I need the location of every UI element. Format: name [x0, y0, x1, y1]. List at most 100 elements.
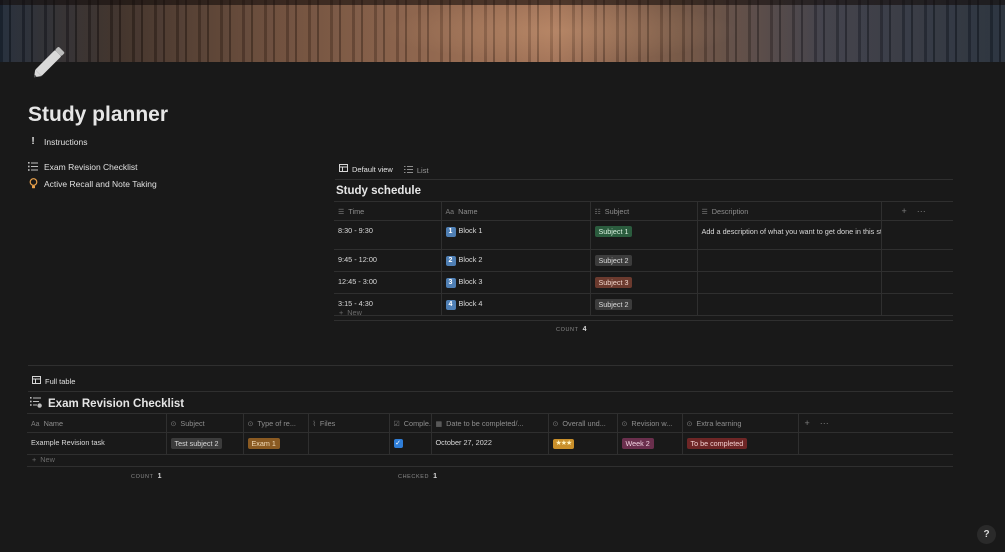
status-tag: To be completed [686, 438, 748, 449]
name-cell[interactable]: Example Revision task [27, 432, 166, 455]
column-label: Overall und... [562, 418, 606, 428]
week-tag: Week 2 [621, 438, 654, 449]
count-value: 1 [157, 473, 162, 480]
text-lines-icon: ☰ [701, 208, 708, 216]
tab-default-view[interactable]: Default view [335, 164, 397, 180]
count-label: COUNT [556, 327, 579, 333]
help-button[interactable]: ? [977, 525, 996, 544]
time-cell[interactable]: 8:30 - 9:30 [334, 220, 441, 250]
add-property-icon[interactable]: + [902, 206, 907, 216]
name-cell[interactable]: 1 Block 1 [440, 220, 590, 250]
empty-cell [880, 293, 953, 316]
column-label: Time [348, 206, 365, 216]
checkbox-checked[interactable]: ✓ [393, 439, 403, 448]
column-header-time[interactable]: ☰ Time [334, 201, 441, 221]
table-row[interactable]: 9:45 - 12:00 2 Block 2 Subject 2 [334, 249, 953, 272]
exclamation-icon: ! [31, 136, 35, 147]
empty-cell [880, 220, 953, 250]
column-label: Date to be completed/... [446, 418, 524, 428]
date-cell[interactable]: October 27, 2022 [430, 432, 548, 455]
column-header-name[interactable]: Aa Name [440, 201, 590, 221]
table-row[interactable]: Example Revision task Test subject 2 Exa… [27, 432, 953, 455]
description-cell[interactable] [696, 293, 881, 316]
column-header-date[interactable]: ▦ Date to be completed/... [430, 413, 548, 433]
completed-cell[interactable]: ✓ [388, 432, 431, 455]
name-cell[interactable]: 2 Block 2 [440, 249, 590, 272]
tab-full-table[interactable]: Full table [28, 376, 80, 392]
calendar-icon: ▦ [435, 420, 443, 428]
checked-label: CHECKED [398, 474, 430, 480]
revision-week-cell[interactable]: Week 2 [616, 432, 682, 455]
schedule-count[interactable]: COUNT 4 [556, 326, 586, 333]
link-exam-revision-checklist[interactable]: Exam Revision Checklist [28, 161, 138, 172]
column-label: Type of re... [257, 418, 296, 428]
time-cell[interactable]: 9:45 - 12:00 [334, 249, 441, 272]
files-cell[interactable] [307, 432, 389, 455]
add-property-icon[interactable]: + [805, 418, 810, 428]
cover-shelf [0, 0, 1005, 5]
pencil-icon[interactable] [28, 42, 72, 82]
description-cell[interactable] [696, 271, 881, 294]
tab-divider [335, 179, 953, 180]
time-cell[interactable]: 12:45 - 3:00 [334, 271, 441, 294]
count-value: 4 [582, 326, 587, 333]
column-header-subject[interactable]: ☷ Subject [589, 201, 697, 221]
checklist-count[interactable]: COUNT 1 [131, 473, 161, 480]
subject-cell[interactable]: Subject 3 [589, 271, 697, 294]
type-cell[interactable]: Exam 1 [242, 432, 308, 455]
more-options-icon[interactable]: ··· [917, 206, 926, 216]
subject-cell[interactable]: Test subject 2 [165, 432, 243, 455]
schedule-footer-divider [334, 320, 953, 321]
tab-label: Full table [45, 376, 76, 386]
column-header-subject[interactable]: ⊙ Subject [165, 413, 243, 433]
description-cell[interactable]: Add a description of what you want to ge… [696, 220, 881, 250]
column-header-revision-week[interactable]: ⊙ Revision w... [616, 413, 682, 433]
column-header-files[interactable]: ⌇ Files [307, 413, 389, 433]
link-label: Exam Revision Checklist [44, 161, 138, 172]
column-header-understanding[interactable]: ⊙ Overall und... [547, 413, 617, 433]
column-header-name[interactable]: Aa Name [27, 413, 166, 433]
tab-label: Default view [352, 164, 393, 174]
plus-icon: + [32, 455, 37, 464]
column-actions: + ··· [797, 413, 953, 433]
schedule-view-tabs: Default view List [335, 164, 433, 180]
schedule-new-row-button[interactable]: + New [339, 308, 362, 317]
table-row[interactable]: 12:45 - 3:00 3 Block 3 Subject 3 [334, 271, 953, 294]
description-cell[interactable] [696, 249, 881, 272]
tab-list[interactable]: List [400, 166, 433, 180]
name-cell[interactable]: 4 Block 4 [440, 293, 590, 316]
new-label: New [347, 308, 362, 317]
number-4-icon: 4 [445, 300, 456, 310]
column-header-extra-learning[interactable]: ⊙ Extra learning [681, 413, 798, 433]
title-aa-icon: Aa [31, 420, 40, 428]
link-instructions[interactable]: ! Instructions [28, 136, 87, 147]
empty-cell [797, 432, 953, 455]
title-aa-icon: Aa [445, 208, 455, 216]
number-3-icon: 3 [445, 278, 456, 288]
new-label: New [40, 455, 55, 464]
subject-cell[interactable]: Subject 1 [589, 220, 697, 250]
checklist-new-row-button[interactable]: + New [32, 455, 55, 464]
checklist-checked-count[interactable]: CHECKED 1 [398, 473, 437, 480]
schedule-table: ☰ Time Aa Name ☷ Subject ☰ Description + ···… [334, 201, 953, 316]
table-row[interactable]: 8:30 - 9:30 1 Block 1 Subject 1 Add a des… [334, 220, 953, 250]
subject-cell[interactable]: Subject 2 [589, 249, 697, 272]
understanding-cell[interactable]: ★★★ [547, 432, 617, 455]
column-header-description[interactable]: ☰ Description [696, 201, 881, 221]
more-options-icon[interactable]: ··· [820, 418, 829, 428]
subject-tag: Subject 2 [594, 255, 633, 266]
link-label: Active Recall and Note Taking [44, 178, 157, 189]
schedule-title[interactable]: Study schedule [336, 185, 421, 197]
extra-learning-cell[interactable]: To be completed [681, 432, 798, 455]
column-header-completed[interactable]: ☑Comple... [388, 413, 431, 433]
column-label: Subject [604, 206, 630, 216]
checklist-title[interactable]: Exam Revision Checklist [30, 397, 184, 411]
column-header-type[interactable]: ⊙ Type of re... [242, 413, 308, 433]
subject-cell[interactable]: Subject 2 [589, 293, 697, 316]
column-label: Comple... [403, 418, 431, 428]
section-divider [28, 365, 953, 366]
table-row[interactable]: 3:15 - 4:30 4 Block 4 Subject 2 [334, 293, 953, 316]
number-2-icon: 2 [445, 256, 456, 266]
name-cell[interactable]: 3 Block 3 [440, 271, 590, 294]
link-active-recall[interactable]: Active Recall and Note Taking [28, 178, 157, 189]
